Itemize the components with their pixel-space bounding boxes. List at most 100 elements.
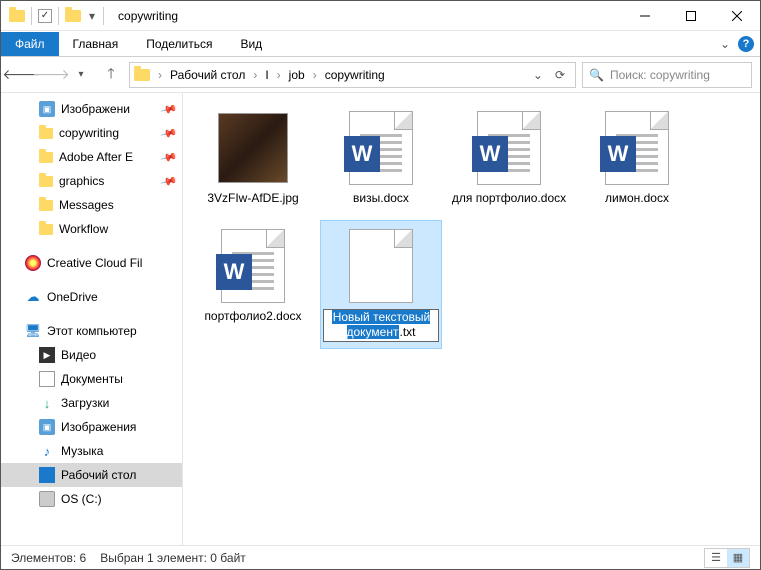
folder-icon — [39, 128, 53, 139]
chevron-right-icon[interactable]: › — [275, 68, 283, 82]
ribbon-tabs: Файл Главная Поделиться Вид ⌄ ? — [1, 31, 760, 57]
nav-label: Изображени — [61, 102, 130, 116]
nav-label: Creative Cloud Fil — [47, 256, 142, 270]
file-name: визы.docx — [323, 191, 439, 207]
navigation-pane[interactable]: ▣Изображени📌 copywriting📌 Adobe After E📌… — [1, 93, 183, 545]
nav-label: Рабочий стол — [61, 468, 136, 482]
tab-share[interactable]: Поделиться — [132, 32, 226, 56]
nav-item[interactable]: ♪ Музыка — [1, 439, 182, 463]
location-icon — [134, 69, 150, 81]
qat-newfolder-icon[interactable] — [65, 10, 81, 22]
tab-view[interactable]: Вид — [226, 32, 276, 56]
pc-icon: 🖥 — [25, 323, 41, 339]
nav-item-thispc[interactable]: 🖥Этот компьютер — [1, 319, 182, 343]
recent-locations-icon[interactable]: ▾ — [69, 63, 93, 87]
word-icon: W — [472, 136, 508, 172]
status-selection: Выбран 1 элемент: 0 байт — [100, 551, 246, 565]
pictures-icon: ▣ — [39, 101, 55, 117]
nav-label: Изображения — [61, 420, 136, 434]
window-controls — [622, 1, 760, 31]
forward-button[interactable]: 🡒 — [39, 63, 63, 87]
nav-item[interactable]: ▣ Изображения — [1, 415, 182, 439]
nav-label: Видео — [61, 348, 96, 362]
thumbnail: W — [470, 109, 548, 187]
separator — [31, 7, 32, 25]
nav-item[interactable]: graphics📌 — [1, 169, 182, 193]
nav-item[interactable]: Messages — [1, 193, 182, 217]
rename-input[interactable]: Новый текстовый документ.txt — [323, 309, 439, 342]
help-icon[interactable]: ? — [738, 36, 754, 52]
file-item[interactable]: W для портфолио.docx — [449, 103, 569, 213]
nav-label: Adobe After E — [59, 150, 133, 164]
nav-label: OS (C:) — [61, 492, 102, 506]
address-bar-row: 🡐 🡒 ▾ 🡑 › Рабочий стол › I › job › copyw… — [1, 57, 760, 93]
address-dropdown-icon[interactable]: ⌄ — [529, 68, 547, 82]
search-input[interactable]: 🔍 Поиск: copywriting — [582, 62, 752, 88]
details-view-button[interactable]: ☰ — [705, 549, 727, 567]
documents-icon — [39, 371, 55, 387]
nav-item[interactable]: ▶ Видео — [1, 343, 182, 367]
body: ▣Изображени📌 copywriting📌 Adobe After E📌… — [1, 93, 760, 545]
file-item[interactable]: W портфолио2.docx — [193, 221, 313, 348]
nav-item[interactable]: OS (C:) — [1, 487, 182, 511]
view-toggle: ☰ ▦ — [704, 548, 750, 568]
nav-item-onedrive[interactable]: ☁OneDrive — [1, 285, 182, 309]
qat-properties-icon[interactable]: ✓ — [38, 9, 52, 23]
up-button[interactable]: 🡑 — [99, 63, 123, 87]
nav-item[interactable]: Документы — [1, 367, 182, 391]
file-item[interactable]: W визы.docx — [321, 103, 441, 213]
search-icon: 🔍 — [589, 68, 604, 82]
nav-item[interactable]: Adobe After E📌 — [1, 145, 182, 169]
folder-icon — [39, 176, 53, 187]
nav-label: Загрузки — [61, 396, 109, 410]
minimize-button[interactable] — [622, 1, 668, 31]
tab-file[interactable]: Файл — [1, 32, 59, 56]
close-button[interactable] — [714, 1, 760, 31]
maximize-button[interactable] — [668, 1, 714, 31]
icons-view-button[interactable]: ▦ — [727, 549, 749, 567]
music-icon: ♪ — [39, 443, 55, 459]
chevron-right-icon[interactable]: › — [311, 68, 319, 82]
folder-icon — [39, 200, 53, 211]
breadcrumb-segment[interactable]: job — [285, 68, 309, 82]
word-icon: W — [344, 136, 380, 172]
nav-item-desktop[interactable]: Рабочий стол — [1, 463, 182, 487]
ribbon-expand-icon[interactable]: ⌄ — [712, 37, 738, 51]
window-title: copywriting — [112, 9, 622, 23]
file-item-selected[interactable]: Новый текстовый документ.txt — [321, 221, 441, 348]
creativecloud-icon — [25, 255, 41, 271]
nav-item[interactable]: ↓Загрузки — [1, 391, 182, 415]
nav-label: Музыка — [61, 444, 103, 458]
nav-label: Workflow — [59, 222, 108, 236]
image-thumb — [218, 113, 288, 183]
tab-home[interactable]: Главная — [59, 32, 133, 56]
disk-icon — [39, 491, 55, 507]
breadcrumb-segment[interactable]: Рабочий стол — [166, 68, 249, 82]
breadcrumb-segment[interactable]: I — [261, 68, 272, 82]
file-list[interactable]: 3VzFIw-AfDE.jpg W визы.docx W для портфо… — [183, 93, 760, 545]
thumbnail: W — [342, 109, 420, 187]
file-item[interactable]: 3VzFIw-AfDE.jpg — [193, 103, 313, 213]
nav-item[interactable]: ▣Изображени📌 — [1, 97, 182, 121]
chevron-right-icon[interactable]: › — [156, 68, 164, 82]
app-icon[interactable] — [9, 10, 25, 22]
folder-icon — [39, 152, 53, 163]
nav-item[interactable]: Workflow — [1, 217, 182, 241]
explorer-window: ✓ ▾ copywriting Файл Главная Поделиться … — [0, 0, 761, 570]
chevron-right-icon[interactable]: › — [251, 68, 259, 82]
folder-icon — [39, 224, 53, 235]
back-button[interactable]: 🡐 — [9, 63, 33, 87]
nav-item[interactable]: copywriting📌 — [1, 121, 182, 145]
separator — [103, 7, 104, 25]
nav-item-creativecloud[interactable]: Creative Cloud Fil — [1, 251, 182, 275]
breadcrumb-segment[interactable]: copywriting — [321, 68, 389, 82]
desktop-icon — [39, 467, 55, 483]
file-item[interactable]: W лимон.docx — [577, 103, 697, 213]
pictures-icon: ▣ — [39, 419, 55, 435]
titlebar[interactable]: ✓ ▾ copywriting — [1, 1, 760, 31]
video-icon: ▶ — [39, 347, 55, 363]
qat-overflow-icon[interactable]: ▾ — [87, 9, 97, 23]
refresh-icon[interactable]: ⟳ — [549, 68, 571, 82]
thumbnail: W — [214, 227, 292, 305]
address-bar[interactable]: › Рабочий стол › I › job › copywriting ⌄… — [129, 62, 576, 88]
